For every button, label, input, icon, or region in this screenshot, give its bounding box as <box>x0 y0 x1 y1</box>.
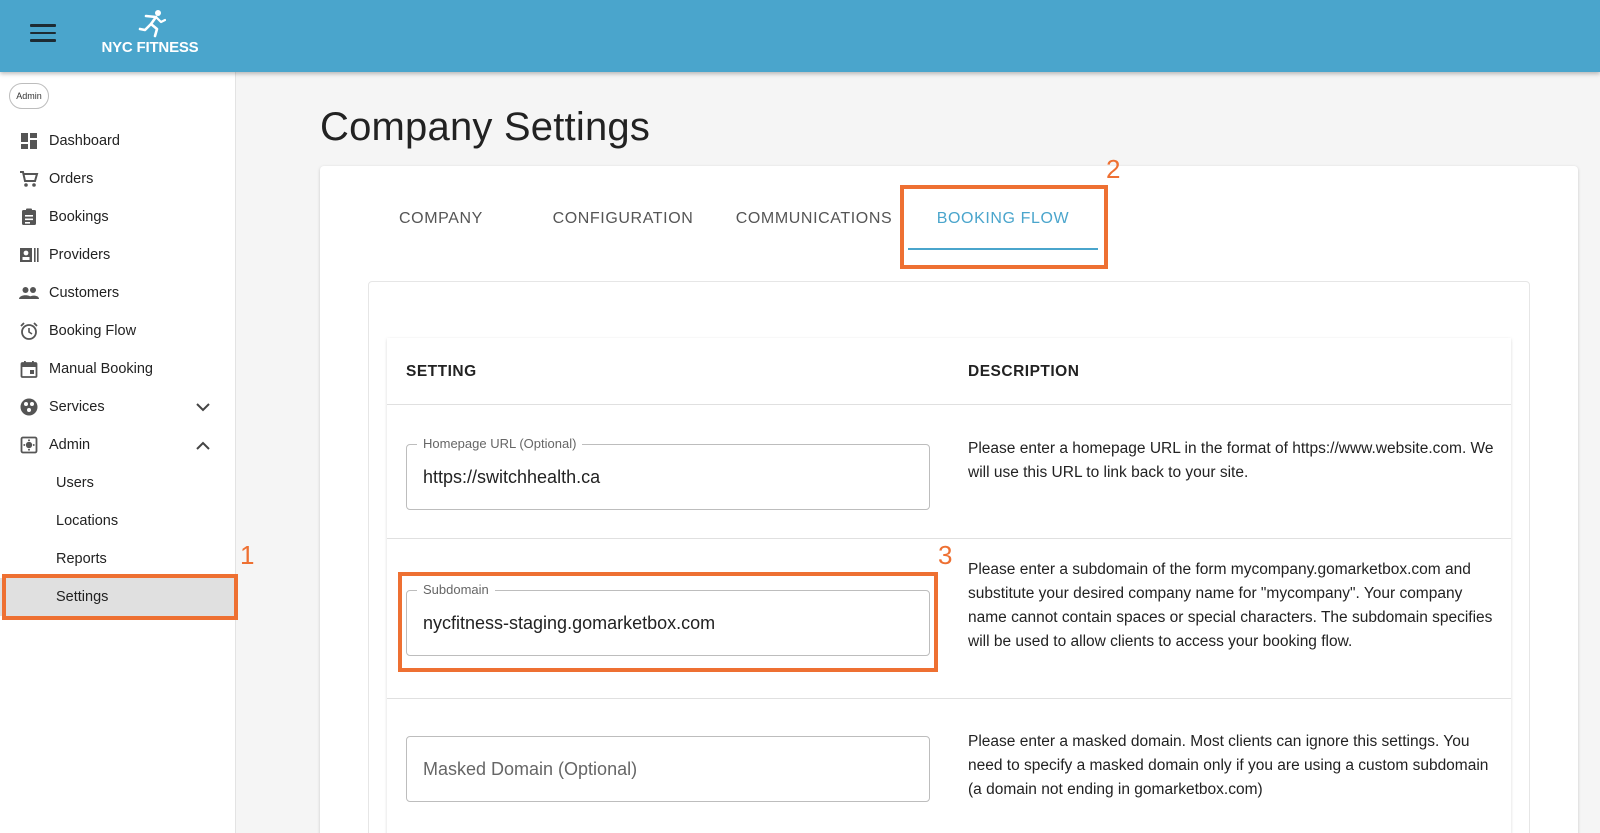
calendar-icon <box>19 359 39 379</box>
sidebar: Admin Dashboard Orders Bookings Provider… <box>0 72 236 833</box>
annotation-box-booking-flow-tab <box>900 185 1108 269</box>
tab-company[interactable]: COMPANY <box>386 210 496 240</box>
id-card-icon <box>19 245 39 265</box>
runner-icon <box>138 10 166 38</box>
subdomain-description: Please enter a subdomain of the form myc… <box>968 561 1493 650</box>
admin-icon <box>19 435 39 455</box>
sidebar-item-label: Bookings <box>49 209 109 225</box>
cart-icon <box>19 169 39 189</box>
table-divider <box>387 698 1511 699</box>
annotation-number: 1 <box>240 540 255 570</box>
brand-logo[interactable]: NYC FITNESS <box>98 8 202 58</box>
annotation-box-subdomain <box>398 572 938 672</box>
brand-name: NYC FITNESS <box>101 39 199 56</box>
column-header-description: DESCRIPTION <box>968 363 1080 380</box>
sidebar-item-booking-flow[interactable]: Booking Flow <box>0 312 236 350</box>
sidebar-item-label: Reports <box>56 551 107 567</box>
sidebar-item-dashboard[interactable]: Dashboard <box>0 122 236 160</box>
sidebar-item-reports[interactable]: Reports <box>0 540 236 578</box>
hamburger-icon[interactable] <box>30 24 56 44</box>
dashboard-icon <box>19 131 39 151</box>
page-title: Company Settings <box>320 105 651 149</box>
alarm-icon <box>19 321 39 341</box>
sidebar-item-label: Admin <box>49 437 91 453</box>
sidebar-item-label: Customers <box>49 285 120 301</box>
chevron-down-icon[interactable] <box>193 397 213 417</box>
role-chip: Admin <box>9 83 49 109</box>
sidebar-item-label: Dashboard <box>49 133 120 149</box>
annotation-box-settings <box>2 574 238 620</box>
masked-domain-field[interactable]: Masked Domain (Optional) <box>406 736 930 802</box>
sidebar-item-label: Locations <box>56 513 119 529</box>
app-header: NYC FITNESS <box>0 0 1600 72</box>
sidebar-item-manual-booking[interactable]: Manual Booking <box>0 350 236 388</box>
sidebar-item-orders[interactable]: Orders <box>0 160 236 198</box>
sidebar-item-label: Providers <box>49 247 111 263</box>
tab-communications[interactable]: COMMUNICATIONS <box>730 210 898 240</box>
sidebar-item-label: Services <box>49 399 105 415</box>
homepage-url-field[interactable]: Homepage URL (Optional) https://switchhe… <box>406 436 930 510</box>
sidebar-item-locations[interactable]: Locations <box>0 502 236 540</box>
sidebar-item-label: Booking Flow <box>49 323 137 339</box>
table-divider <box>387 538 1511 539</box>
column-header-setting: SETTING <box>406 363 477 380</box>
sidebar-item-label: Orders <box>49 171 94 187</box>
sidebar-item-customers[interactable]: Customers <box>0 274 236 312</box>
sidebar-item-label: Users <box>56 475 94 491</box>
annotation-number: 3 <box>938 540 953 570</box>
sidebar-item-label: Manual Booking <box>49 361 153 377</box>
sidebar-item-bookings[interactable]: Bookings <box>0 198 236 236</box>
sidebar-item-services[interactable]: Services <box>0 388 236 426</box>
sidebar-item-providers[interactable]: Providers <box>0 236 236 274</box>
field-value: https://switchhealth.ca <box>423 467 601 487</box>
homepage-url-description: Please enter a homepage URL in the forma… <box>968 440 1494 481</box>
chevron-up-icon[interactable] <box>193 435 213 455</box>
services-icon <box>19 397 39 417</box>
field-label: Homepage URL (Optional) <box>417 436 583 451</box>
masked-domain-description: Please enter a masked domain. Most clien… <box>968 733 1489 798</box>
field-placeholder: Masked Domain (Optional) <box>423 759 638 779</box>
annotation-number: 2 <box>1106 154 1121 184</box>
tab-configuration[interactable]: CONFIGURATION <box>548 210 698 240</box>
table-divider <box>387 404 1511 405</box>
clipboard-icon <box>19 207 39 227</box>
people-icon <box>19 283 39 303</box>
sidebar-item-users[interactable]: Users <box>0 464 236 502</box>
sidebar-item-admin[interactable]: Admin <box>0 426 236 464</box>
